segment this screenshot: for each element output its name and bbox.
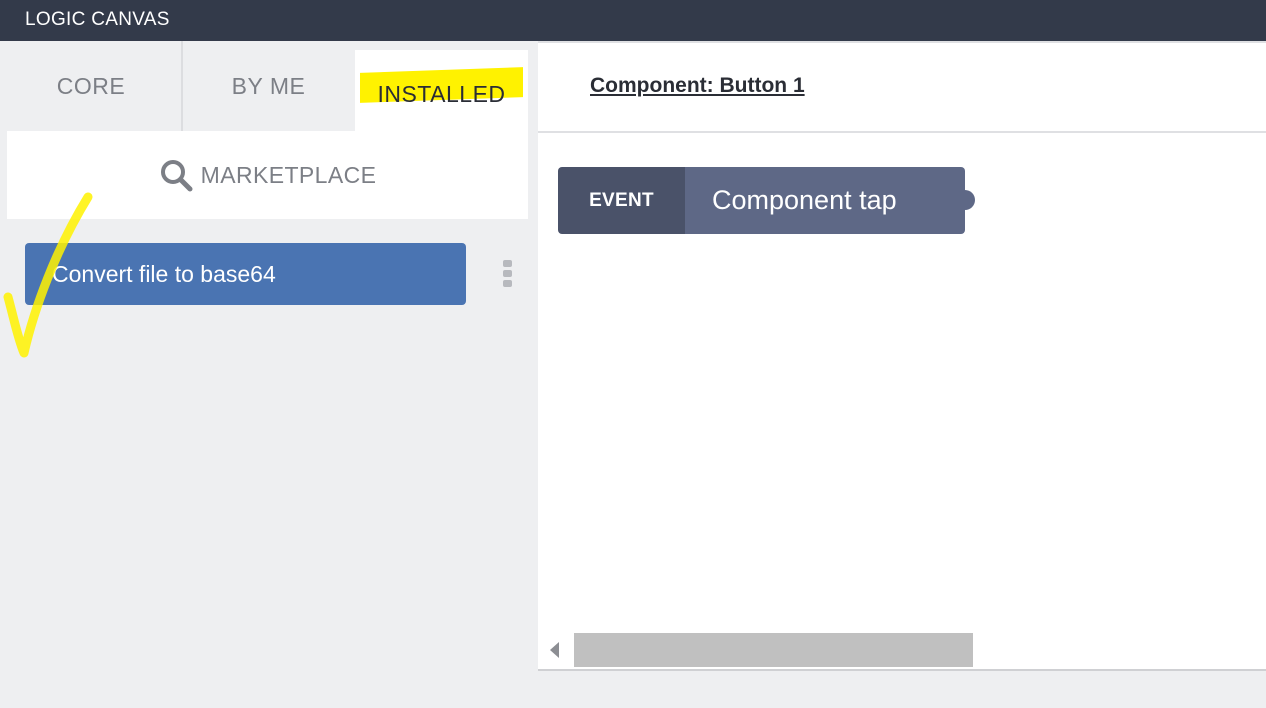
component-title-link[interactable]: Component: Button 1 (590, 74, 805, 98)
app-title: LOGIC CANVAS (25, 9, 170, 30)
tab-installed[interactable]: INSTALLED (355, 50, 528, 131)
title-bar: LOGIC CANVAS (0, 0, 1266, 41)
header-divider (538, 131, 1266, 133)
tab-installed-label: INSTALLED (377, 81, 506, 107)
marketplace-button[interactable]: MARKETPLACE (7, 131, 528, 219)
marketplace-label: MARKETPLACE (200, 161, 377, 188)
scroll-left-arrow-icon[interactable] (550, 642, 559, 658)
tab-by-me-label: BY ME (231, 72, 306, 99)
canvas-footer (538, 671, 1266, 708)
logic-canvas[interactable]: Component: Button 1 EVENT Component tap (538, 41, 1266, 708)
blocks-panel: CORE BY ME INSTALLED MARKETPLACE Convert… (0, 41, 538, 708)
horizontal-scrollbar[interactable] (538, 631, 1266, 671)
tab-by-me[interactable]: BY ME (183, 41, 354, 131)
block-label: Convert file to base64 (52, 260, 276, 287)
search-icon (160, 160, 193, 192)
kebab-menu-icon[interactable] (502, 260, 514, 290)
event-block-component-tap[interactable]: EVENT Component tap (558, 167, 975, 234)
block-convert-file-to-base64[interactable]: Convert file to base64 (25, 243, 466, 305)
output-connector[interactable] (955, 190, 975, 210)
event-tag: EVENT (558, 167, 685, 234)
event-label: Component tap (685, 167, 965, 234)
scrollbar-thumb[interactable] (574, 633, 973, 667)
tab-core[interactable]: CORE (0, 41, 182, 131)
tab-core-label: CORE (56, 72, 126, 99)
